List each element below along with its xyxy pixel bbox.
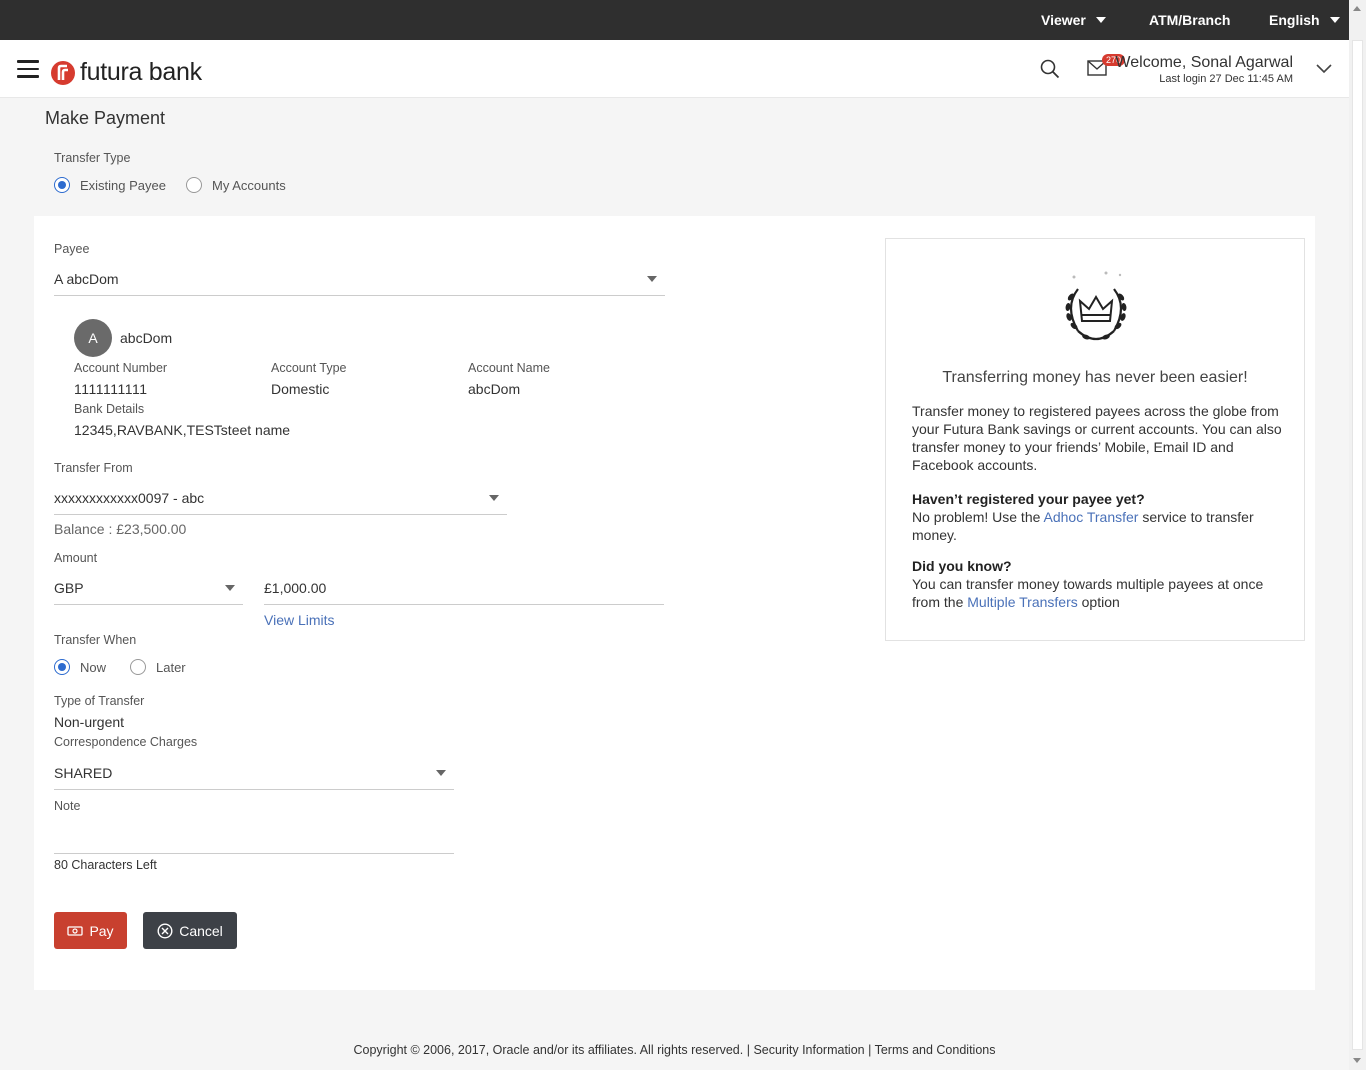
info-text-2: No problem! Use the Adhoc Transfer servi… [912, 508, 1282, 544]
dropdown-arrow-icon [436, 770, 446, 776]
payee-name: abcDom [120, 330, 173, 346]
top-bar: Viewer ATM/Branch English [0, 0, 1349, 40]
balance-text: Balance : £23,500.00 [54, 521, 187, 537]
terms-conditions-link[interactable]: Terms and Conditions [875, 1043, 996, 1057]
account-number-label: Account Number [74, 361, 168, 375]
dropdown-arrow-icon [647, 276, 657, 282]
security-information-link[interactable]: Security Information [753, 1043, 864, 1057]
footer-separator: | [743, 1043, 754, 1057]
radio-existing-payee-label: Existing Payee [80, 177, 166, 193]
account-name-label: Account Name [468, 361, 550, 375]
logo[interactable]: futura bank [50, 58, 202, 87]
radio-later-label: Later [156, 659, 186, 675]
copyright-text: Copyright © 2006, 2017, Oracle and/or it… [353, 1043, 744, 1057]
adhoc-transfer-link[interactable]: Adhoc Transfer [1044, 509, 1139, 525]
transfer-when-label: Transfer When [54, 633, 137, 647]
bank-details-label: Bank Details [74, 402, 145, 416]
correspondence-charges-value: SHARED [54, 764, 113, 781]
language-dropdown[interactable]: English [1269, 0, 1340, 40]
cancel-button[interactable]: Cancel [143, 912, 237, 949]
payee-avatar: A [74, 319, 112, 357]
account-number-value: 1111111111 [74, 381, 148, 397]
caret-down-icon [1329, 17, 1340, 23]
atm-branch-label: ATM/Branch [1149, 12, 1231, 28]
correspondence-charges-select[interactable]: SHARED [54, 756, 454, 790]
transfer-from-value: xxxxxxxxxxxx0097 - abc [54, 489, 205, 506]
user-welcome[interactable]: Welcome, Sonal Agarwal Last login 27 Dec… [1115, 54, 1293, 85]
account-type-value: Domestic [271, 381, 330, 397]
page-title: Make Payment [45, 108, 166, 128]
footer-separator: | [864, 1043, 875, 1057]
info-text-2-pre: No problem! Use the [912, 509, 1044, 525]
welcome-text: Welcome, Sonal Agarwal [1115, 54, 1293, 71]
multiple-transfers-link[interactable]: Multiple Transfers [967, 594, 1077, 610]
radio-selected-icon [54, 177, 70, 193]
note-label: Note [54, 799, 81, 813]
header: futura bank 270 Welcome, Sonal Agarwal L… [0, 40, 1349, 98]
payee-label: Payee [54, 242, 90, 256]
radio-selected-icon [54, 659, 70, 675]
info-heading-2: Haven’t registered your payee yet? [912, 491, 1145, 507]
info-heading-3: Did you know? [912, 558, 1012, 574]
dropdown-arrow-icon [489, 495, 499, 501]
radio-now-label: Now [80, 659, 107, 675]
amount-value: £1,000.00 [264, 579, 327, 596]
type-of-transfer-label: Type of Transfer [54, 694, 145, 708]
payee-select[interactable]: A abcDom [54, 262, 665, 296]
close-circle-icon [157, 922, 173, 939]
footer: Copyright © 2006, 2017, Oracle and/or it… [0, 1043, 1349, 1057]
view-limits-link[interactable]: View Limits [264, 612, 335, 628]
info-text-3: You can transfer money towards multiple … [912, 575, 1282, 611]
amount-input[interactable]: £1,000.00 [264, 571, 664, 605]
radio-existing-payee[interactable]: Existing Payee [54, 177, 166, 193]
info-title: Transferring money has never been easier… [942, 369, 1248, 386]
correspondence-charges-label: Correspondence Charges [54, 735, 198, 749]
info-text-3-post: option [1077, 594, 1120, 610]
type-of-transfer-value: Non-urgent [54, 714, 125, 730]
caret-down-icon [1095, 17, 1106, 23]
currency-select[interactable]: GBP [54, 571, 243, 605]
chevron-down-icon[interactable] [1316, 62, 1332, 74]
amount-label: Amount [54, 551, 98, 565]
scroll-up-icon[interactable] [1353, 6, 1361, 11]
info-paragraph-3: Did you know? You can transfer money tow… [912, 557, 1282, 611]
scroll-thumb[interactable] [1352, 40, 1363, 1050]
last-login-text: Last login 27 Dec 11:45 AM [1159, 73, 1293, 85]
money-icon [67, 925, 84, 936]
scroll-down-icon[interactable] [1353, 1058, 1361, 1063]
info-paragraph-1: Transfer money to registered payees acro… [912, 403, 1282, 473]
futura-logo-icon [51, 60, 75, 85]
pay-button-label: Pay [89, 922, 114, 939]
info-paragraph-2: Haven’t registered your payee yet? No pr… [912, 490, 1282, 544]
logo-text: futura bank [80, 58, 202, 86]
transfer-from-select[interactable]: xxxxxxxxxxxx0097 - abc [54, 481, 507, 515]
note-input[interactable] [54, 820, 454, 854]
viewer-dropdown[interactable]: Viewer [1041, 0, 1106, 40]
transfer-from-label: Transfer From [54, 461, 133, 475]
dropdown-arrow-icon [225, 585, 235, 591]
transfer-type-label: Transfer Type [54, 151, 131, 165]
pay-button[interactable]: Pay [54, 912, 127, 949]
radio-now[interactable]: Now [54, 659, 106, 675]
payee-select-value: A abcDom [54, 270, 119, 287]
radio-my-accounts[interactable]: My Accounts [186, 177, 286, 193]
crown-laurel-icon [1065, 271, 1127, 341]
characters-left-text: 80 Characters Left [54, 858, 157, 872]
viewer-label: Viewer [1041, 12, 1086, 28]
atm-branch-link[interactable]: ATM/Branch [1149, 0, 1230, 40]
radio-unselected-icon [130, 659, 146, 675]
account-type-label: Account Type [271, 361, 347, 375]
cancel-button-label: Cancel [179, 922, 223, 939]
currency-value: GBP [54, 579, 84, 596]
account-name-value: abcDom [468, 381, 521, 397]
bank-details-value: 12345,RAVBANK,TESTsteet name [74, 422, 291, 438]
radio-unselected-icon [186, 177, 202, 193]
radio-my-accounts-label: My Accounts [212, 177, 286, 193]
menu-icon[interactable] [17, 60, 39, 78]
radio-later[interactable]: Later [130, 659, 186, 675]
info-panel: Transferring money has never been easier… [885, 238, 1305, 641]
search-icon[interactable] [1040, 59, 1060, 79]
scrollbar[interactable] [1349, 0, 1366, 1070]
language-label: English [1269, 12, 1320, 28]
